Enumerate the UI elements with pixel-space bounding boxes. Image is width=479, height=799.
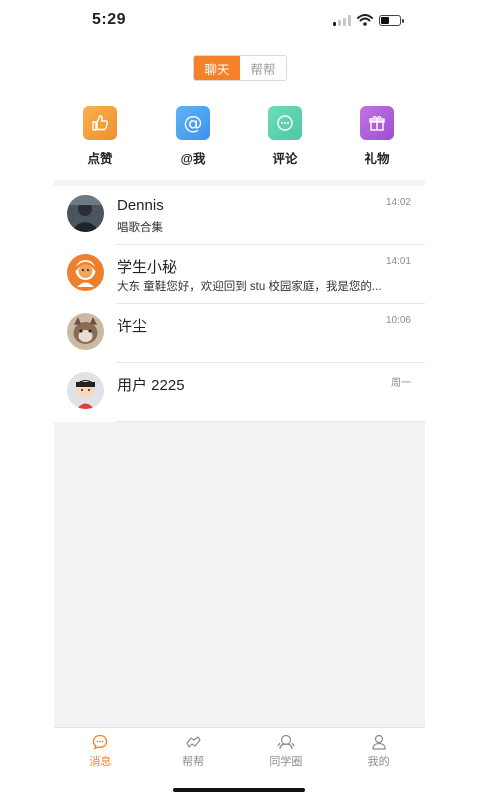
status-icons <box>333 14 404 26</box>
tab-profile[interactable]: 我的 <box>332 728 425 769</box>
tab-label: 消息 <box>89 756 112 768</box>
tab-help[interactable]: 帮帮 <box>240 56 286 80</box>
messages-screen: 聊天 帮帮 点赞 @ @我 评论 礼物 Dennis 唱歌合集 14:02 学生… <box>54 40 425 799</box>
tab-label: 同学圈 <box>269 756 303 768</box>
chat-help-segmented-control: 聊天 帮帮 <box>193 55 287 81</box>
conversation-row-dennis[interactable]: Dennis 唱歌合集 14:02 <box>54 186 425 245</box>
home-indicator <box>173 788 305 792</box>
contact-name: 许尘 <box>117 318 148 335</box>
conversation-row-user-2225[interactable]: 用户 2225 周一 <box>54 363 425 422</box>
wifi-icon <box>357 14 373 26</box>
empty-list-area <box>54 422 425 727</box>
last-message: 大东 童鞋您好，欢迎回到 stu 校园家庭，我是您的... <box>117 281 382 293</box>
avatar <box>67 372 104 409</box>
message-time: 14:01 <box>385 256 411 267</box>
last-message: 唱歌合集 <box>117 222 163 234</box>
tab-classmates[interactable]: 同学圈 <box>240 728 333 769</box>
likes-button[interactable]: 点赞 <box>70 106 130 167</box>
tab-help-center[interactable]: 帮帮 <box>147 728 240 769</box>
conversation-list: Dennis 唱歌合集 14:02 学生小秘 大东 童鞋您好，欢迎回到 stu … <box>54 186 425 422</box>
comments-button[interactable]: 评论 <box>255 106 315 167</box>
gift-icon <box>360 106 394 140</box>
gifts-button[interactable]: 礼物 <box>347 106 407 167</box>
gifts-label: 礼物 <box>364 152 390 166</box>
status-time: 5:29 <box>92 11 127 28</box>
comment-icon <box>268 106 302 140</box>
help-icon <box>186 736 201 748</box>
avatar <box>67 254 104 291</box>
quick-actions: 点赞 @ @我 评论 礼物 <box>54 106 425 168</box>
comments-label: 评论 <box>272 152 298 166</box>
message-time: 14:02 <box>385 197 411 208</box>
bottom-tab-bar: 消息 帮帮 同学圈 我的 <box>54 727 425 769</box>
avatar <box>67 195 104 232</box>
tab-messages[interactable]: 消息 <box>54 728 147 769</box>
status-bar: 5:29 <box>0 0 479 40</box>
contact-name: 用户 2225 <box>117 377 185 394</box>
message-icon <box>93 734 108 750</box>
tab-chat[interactable]: 聊天 <box>194 56 240 80</box>
classmates-icon <box>277 734 295 750</box>
contact-name: 学生小秘 <box>117 259 178 276</box>
conversation-row-xuchen[interactable]: 许尘 10:06 <box>54 304 425 363</box>
message-time: 10:06 <box>385 315 411 326</box>
likes-label: 点赞 <box>87 152 113 166</box>
avatar <box>67 313 104 350</box>
contact-name: Dennis <box>117 197 164 214</box>
tab-label: 我的 <box>367 756 390 768</box>
conversation-row-student-assistant[interactable]: 学生小秘 大东 童鞋您好，欢迎回到 stu 校园家庭，我是您的... 14:01 <box>54 245 425 304</box>
message-time: 周一 <box>391 378 411 389</box>
thumbs-up-icon <box>83 106 117 140</box>
mentions-label: @我 <box>180 152 206 166</box>
signal-icon <box>333 14 351 26</box>
at-icon: @ <box>176 106 210 140</box>
profile-icon <box>372 734 386 750</box>
mentions-button[interactable]: @ @我 <box>163 106 223 167</box>
battery-icon <box>379 14 404 26</box>
tab-label: 帮帮 <box>182 756 205 768</box>
